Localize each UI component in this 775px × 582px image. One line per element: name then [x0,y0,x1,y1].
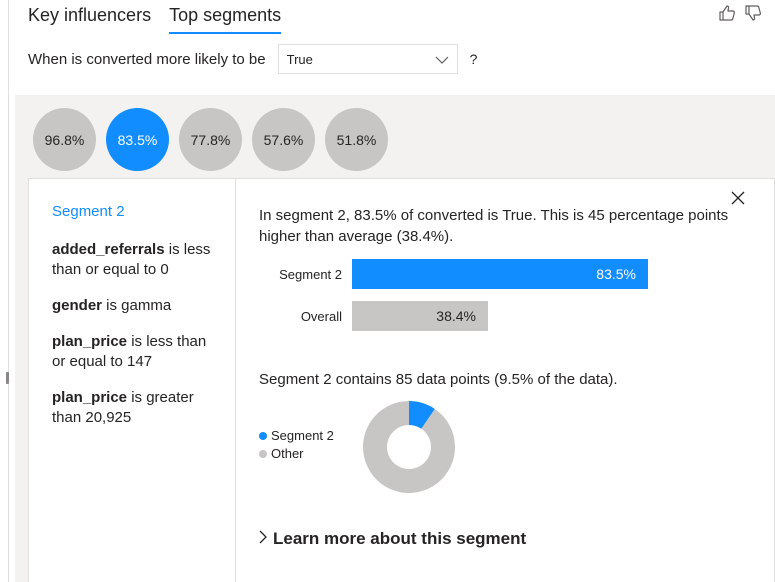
condition-field: plan_price [52,333,128,350]
segment-bubble-selected[interactable]: 83.5% [106,108,169,171]
segment-donut-chart [363,401,455,493]
card-divider [235,179,236,582]
condition-item: gender is gamma [52,296,222,316]
segment-bubble[interactable]: 96.8% [33,108,96,171]
condition-field: gender [52,297,103,314]
legend-item: Other [259,445,334,463]
thumbs-down-icon[interactable] [743,3,763,23]
question-prefix: When is converted more likely to be [28,50,266,68]
legend-dot [259,432,267,440]
tab-key-influencers[interactable]: Key influencers [28,4,151,34]
legend-label: Segment 2 [271,428,334,443]
tab-top-segments[interactable]: Top segments [169,4,282,34]
condition-item: added_referrals is less than or equal to… [52,240,222,280]
bar-label: Overall [300,308,342,324]
resize-handle[interactable] [6,372,9,384]
bar-overall: 38.4% [352,301,488,331]
question-row: When is converted more likely to be True… [28,44,477,74]
segment-conditions: Segment 2 added_referrals is less than o… [52,203,222,444]
question-suffix: ? [469,51,478,67]
feedback-group [717,3,763,23]
condition-field: plan_price [52,389,128,406]
dropdown-value: True [286,51,313,67]
segment-bubble[interactable]: 51.8% [325,108,388,171]
bar-value-label: 38.4% [436,308,476,324]
chevron-down-icon [435,52,449,67]
bar-value-label: 83.5% [596,266,636,282]
bar-row-segment: Segment 2 83.5% [259,259,648,289]
thumbs-up-icon[interactable] [717,3,737,23]
learn-more-label: Learn more about this segment [273,529,527,548]
chevron-right-icon [259,529,267,549]
condition-item: plan_price is less than or equal to 147 [52,332,222,372]
left-border [8,0,9,582]
donut-slice [363,401,455,493]
segment-detail-card: Segment 2 added_referrals is less than o… [28,178,775,582]
close-icon[interactable] [729,189,747,207]
bar-segment: 83.5% [352,259,648,289]
segment-bubble[interactable]: 57.6% [252,108,315,171]
segment-bubble[interactable]: 77.8% [179,108,242,171]
segment-title: Segment 2 [52,203,125,220]
segment-description: In segment 2, 83.5% of converted is True… [259,207,729,245]
segment-bubbles: 96.8% 83.5% 77.8% 57.6% 51.8% [33,108,388,171]
condition-item: plan_price is greater than 20,925 [52,388,222,428]
condition-field: added_referrals [52,241,165,258]
learn-more-link[interactable]: Learn more about this segment [259,529,526,549]
tab-bar: Key influencers Top segments [28,4,282,34]
bar-row-overall: Overall 38.4% [259,301,488,331]
condition-text: is gamma [102,297,172,314]
legend-label: Other [271,446,304,461]
legend-item: Segment 2 [259,427,334,445]
legend-dot [259,450,267,458]
bar-label: Segment 2 [279,266,342,282]
segment-size-text: Segment 2 contains 85 data points (9.5% … [259,371,618,388]
donut-legend: Segment 2 Other [259,427,334,463]
value-dropdown[interactable]: True [277,44,458,74]
